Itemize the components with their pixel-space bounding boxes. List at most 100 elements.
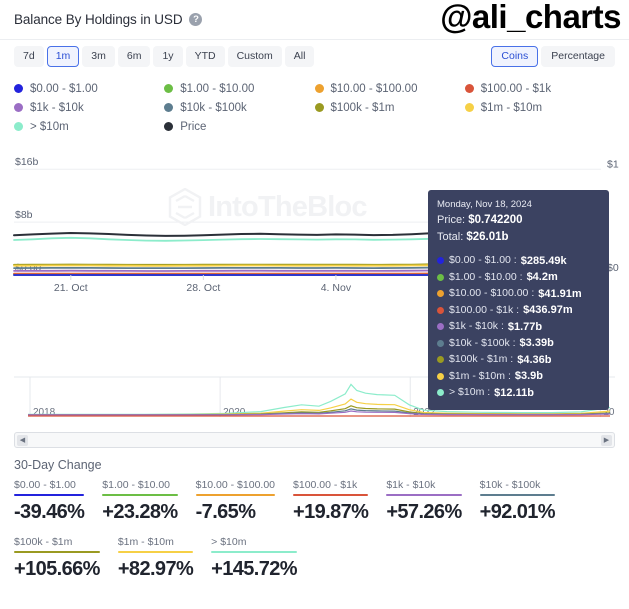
stat-color-rule xyxy=(479,494,555,496)
legend-color-dot xyxy=(464,84,474,93)
legend-item[interactable]: $1k - $10k xyxy=(14,98,164,117)
stat-value: -7.65% xyxy=(195,501,256,523)
range-button-all[interactable]: All xyxy=(284,46,315,67)
stat-value: +19.87% xyxy=(293,501,369,523)
stats-section: 30-Day Change $0.00 - $1.00 -39.46% $1.00 … xyxy=(0,448,629,593)
tooltip-series-rows: $0.00 - $1.00 : $285.49k $1.00 - $10.00 : $… xyxy=(437,253,600,402)
legend-color-dot xyxy=(14,122,23,131)
legend-item[interactable]: $100k - $1m xyxy=(314,98,465,117)
stat-value: -39.46% xyxy=(14,501,85,523)
stat-color-rule xyxy=(386,494,462,496)
range-button-1m[interactable]: 1m xyxy=(46,46,80,67)
time-range-group: 7d 1m 3m 6m 1y YTD Custom All xyxy=(14,46,315,67)
legend-label: $10.00 - $100.00 xyxy=(330,82,418,95)
legend-label: $10k - $100k xyxy=(180,101,247,114)
tooltip-row-label: $1m - $10m : xyxy=(449,369,511,382)
legend-item[interactable]: $1m - $10m xyxy=(464,98,615,117)
range-button-6m[interactable]: 6m xyxy=(117,46,151,67)
tooltip-row-label: $1.00 - $10.00 : xyxy=(449,270,523,283)
tooltip-row: $100k - $1m : $4.36b xyxy=(437,352,600,369)
help-circle-icon[interactable]: ? xyxy=(189,13,203,26)
stat-card: $1m - $10m +82.97% xyxy=(117,536,194,581)
scroll-left-icon[interactable]: ◀ xyxy=(17,434,28,446)
unit-button-percentage[interactable]: Percentage xyxy=(541,46,615,67)
x-axis-tick-label: 4. Nov xyxy=(321,282,352,294)
tooltip-price: Price: $0.742200 xyxy=(437,212,600,229)
legend-label: $100.00 - $1k xyxy=(480,82,552,95)
legend-color-dot xyxy=(14,103,23,112)
legend-label: > $10m xyxy=(30,120,69,133)
tooltip-row-label: $100.00 - $1k : xyxy=(449,303,520,316)
stat-color-rule xyxy=(195,494,276,496)
stat-label: $10k - $100k xyxy=(479,479,541,491)
stat-card: $0.00 - $1.00 -39.46% xyxy=(14,479,85,524)
tooltip-row-value: $12.11b xyxy=(494,386,534,399)
tooltip-row-value: $3.39b xyxy=(519,337,554,350)
tooltip-row-label: $10.00 - $100.00 : xyxy=(449,287,535,300)
chart-tooltip: Monday, Nov 18, 2024 Price: $0.742200 To… xyxy=(428,190,609,411)
legend-color-dot xyxy=(464,103,474,112)
tooltip-row: $1m - $10m : $3.9b xyxy=(437,368,600,385)
legend-label: $0.00 - $1.00 xyxy=(30,82,98,95)
legend-item[interactable]: > $10m xyxy=(14,117,164,136)
chart-legend: $0.00 - $1.00 $1.00 - $10.00 $10.00 - $100… xyxy=(0,73,629,140)
legend-color-dot xyxy=(164,84,174,93)
scroll-right-icon[interactable]: ▶ xyxy=(601,434,612,446)
stat-value: +57.26% xyxy=(386,501,462,523)
y-axis-tick-label: $8b xyxy=(15,209,33,221)
navigator-scrollbar[interactable]: ◀ ▶ xyxy=(14,432,615,448)
stat-color-rule xyxy=(14,494,85,496)
legend-item[interactable]: $10.00 - $100.00 xyxy=(314,79,465,98)
tooltip-row-value: $285.49k xyxy=(520,254,567,267)
stat-value: +82.97% xyxy=(117,558,194,580)
stat-color-rule xyxy=(211,551,297,553)
tooltip-row: $10.00 - $100.00 : $41.91m xyxy=(437,286,600,303)
legend-item[interactable]: $10k - $100k xyxy=(164,98,314,117)
legend-color-dot xyxy=(314,103,324,112)
range-button-1y[interactable]: 1y xyxy=(153,46,183,67)
stat-value: +145.72% xyxy=(211,558,297,580)
stat-label: $1.00 - $10.00 xyxy=(102,479,171,491)
legend-color-dot xyxy=(14,84,23,93)
range-button-3m[interactable]: 3m xyxy=(82,46,115,67)
stat-card: $1k - $10k +57.26% xyxy=(386,479,462,524)
tooltip-row-label: $100k - $1m : xyxy=(449,353,514,366)
legend-item[interactable]: $100.00 - $1k xyxy=(464,79,615,98)
tooltip-row: $100.00 - $1k : $436.97m xyxy=(437,302,600,319)
range-button-ytd[interactable]: YTD xyxy=(185,46,225,67)
tooltip-row-label: > $10m : xyxy=(449,386,491,399)
range-button-custom[interactable]: Custom xyxy=(227,46,282,67)
legend-item[interactable]: $1.00 - $10.00 xyxy=(164,79,314,98)
stat-card: $1.00 - $10.00 +23.28% xyxy=(102,479,178,524)
tooltip-row: $10k - $100k : $3.39b xyxy=(437,335,600,352)
tooltip-total: Total: $26.01b xyxy=(437,229,600,246)
range-button-7d[interactable]: 7d xyxy=(14,46,44,67)
legend-color-dot xyxy=(164,103,174,112)
tooltip-total-label: Total: xyxy=(437,231,464,244)
tooltip-row-value: $3.9b xyxy=(514,370,543,383)
legend-item[interactable]: Price xyxy=(164,117,314,136)
legend-item[interactable]: $0.00 - $1.00 xyxy=(14,79,164,98)
tooltip-row: $1.00 - $10.00 : $4.2m xyxy=(437,269,600,286)
stat-card: $10k - $100k +92.01% xyxy=(479,479,556,524)
legend-label: $1.00 - $10.00 xyxy=(180,82,255,95)
unit-button-coins[interactable]: Coins xyxy=(491,46,539,67)
x-axis-tick-label: 28. Oct xyxy=(186,282,220,294)
legend-label: Price xyxy=(180,120,207,133)
stat-label: $1m - $10m xyxy=(117,536,174,548)
tooltip-color-dot xyxy=(437,356,444,364)
stat-color-rule xyxy=(117,551,194,553)
stat-color-rule xyxy=(293,494,369,496)
chart-toolbar: 7d 1m 3m 6m 1y YTD Custom All Coins Percentage xyxy=(0,40,629,73)
legend-label: $1k - $10k xyxy=(30,101,84,114)
tooltip-row: > $10m : $12.11b xyxy=(437,385,600,402)
stat-label: $100.00 - $1k xyxy=(293,479,358,491)
legend-color-dot xyxy=(314,84,324,93)
tooltip-color-dot xyxy=(437,389,444,397)
ali-charts-watermark: @ali_charts xyxy=(440,0,621,35)
tooltip-color-dot xyxy=(437,306,444,314)
tooltip-color-dot xyxy=(437,257,444,265)
stat-label: $0.00 - $1.00 xyxy=(14,479,76,491)
tooltip-color-dot xyxy=(437,290,444,298)
x-axis-tick-label: 21. Oct xyxy=(54,282,88,294)
